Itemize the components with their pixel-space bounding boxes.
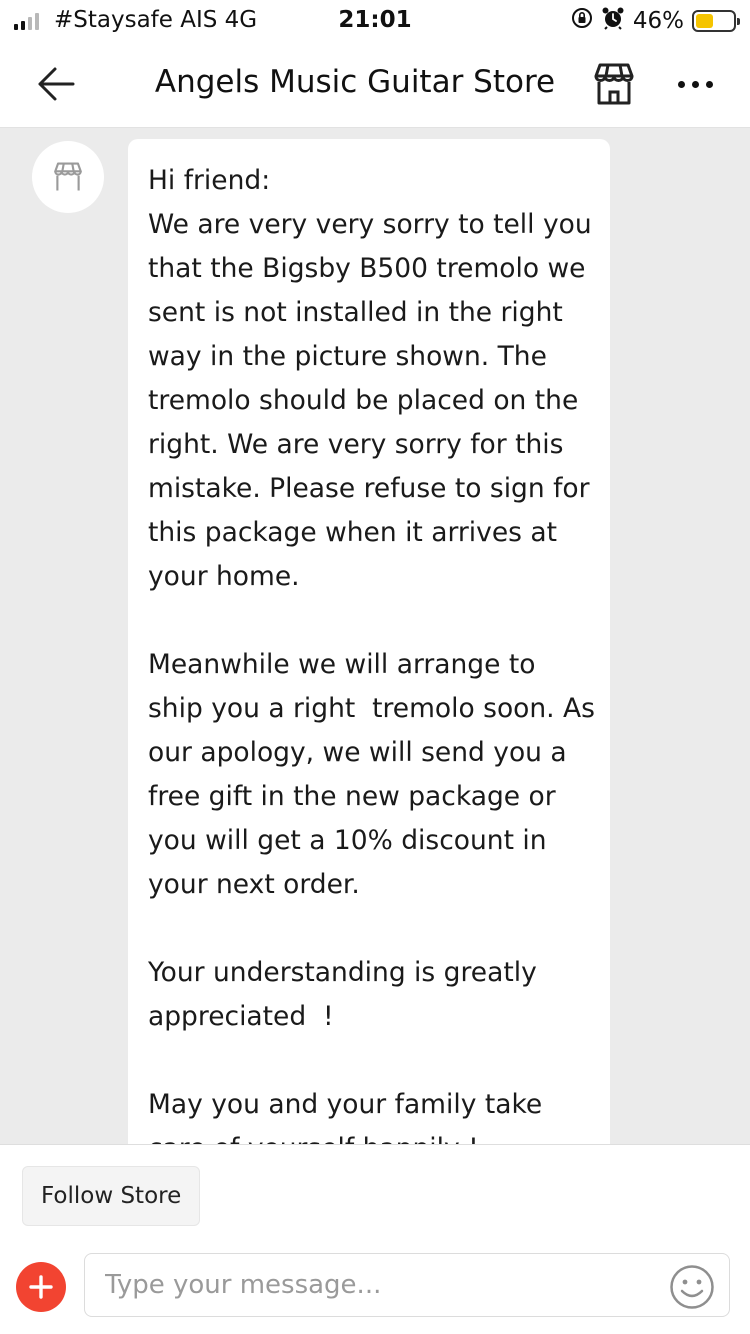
status-right: 46% xyxy=(571,6,740,36)
back-button[interactable] xyxy=(30,60,82,108)
emoji-button[interactable] xyxy=(668,1263,716,1311)
message-text: Hi friend: We are very very sorry to tel… xyxy=(148,165,595,1144)
composer: Follow Store xyxy=(0,1144,750,1334)
header: Angels Music Guitar Store xyxy=(0,40,750,128)
status-bar: #Staysafe AIS 4G 21:01 46% xyxy=(0,0,750,40)
storefront-icon xyxy=(594,63,634,105)
alarm-icon xyxy=(601,6,625,36)
follow-store-button[interactable]: Follow Store xyxy=(22,1166,201,1226)
more-horizontal-icon xyxy=(691,80,699,88)
more-button[interactable] xyxy=(668,62,722,106)
plus-icon xyxy=(29,1275,53,1299)
add-attachment-button[interactable] xyxy=(16,1262,66,1312)
arrow-left-icon xyxy=(38,67,75,101)
store-button[interactable] xyxy=(586,58,642,110)
battery-icon xyxy=(692,10,740,32)
battery-fill xyxy=(696,14,713,28)
orientation-lock-icon xyxy=(571,7,593,35)
store-avatar[interactable] xyxy=(32,141,104,213)
signal-icon xyxy=(14,12,39,30)
storefront-icon xyxy=(54,162,82,191)
battery-percent: 46% xyxy=(632,8,684,34)
message-bubble[interactable]: Hi friend: We are very very sorry to tel… xyxy=(128,139,610,1144)
message-input[interactable] xyxy=(84,1253,730,1317)
more-horizontal-icon xyxy=(677,80,685,88)
chat-area[interactable]: Hi friend: We are very very sorry to tel… xyxy=(0,129,750,1144)
page-title: Angels Music Guitar Store xyxy=(154,64,556,100)
more-horizontal-icon xyxy=(705,80,713,88)
emoji-icon xyxy=(670,1265,714,1309)
carrier-label: #Staysafe AIS 4G xyxy=(54,7,258,33)
